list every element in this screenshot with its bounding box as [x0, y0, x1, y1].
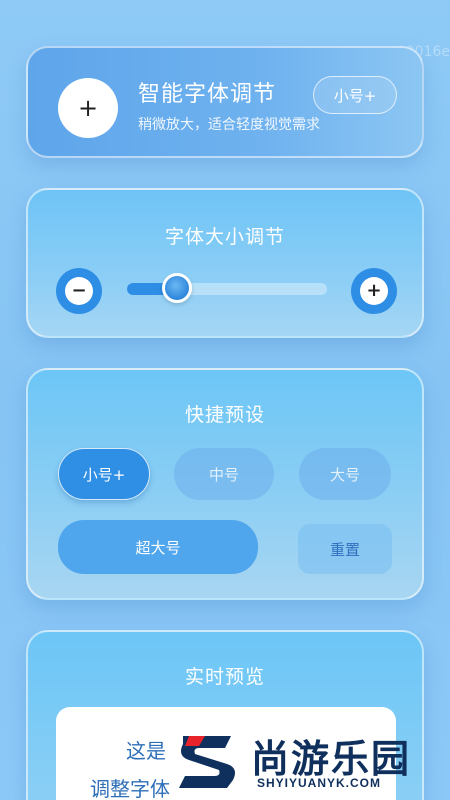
site-logo: 尚游乐园 SHYIYUANYK.COM: [175, 722, 450, 800]
slider-thumb[interactable]: [162, 273, 192, 303]
plus-icon: +: [77, 94, 99, 122]
preview-line-1: 这是: [126, 739, 166, 763]
preview-line-2: 调整字体: [90, 777, 170, 800]
smart-font-title: 智能字体调节: [138, 82, 277, 107]
logo-text: 尚游乐园: [251, 737, 412, 781]
plus-icon: +: [360, 277, 388, 305]
preset-medium-button[interactable]: 中号: [174, 448, 274, 500]
font-size-card: 字体大小调节 − +: [26, 188, 424, 338]
current-size-chip[interactable]: 小号+: [313, 76, 397, 114]
minus-icon: −: [65, 277, 93, 305]
logo-s-icon: [179, 736, 235, 788]
smart-font-subtitle: 稍微放大，适合轻度视觉需求: [138, 117, 320, 133]
increase-button[interactable]: +: [351, 268, 397, 314]
preset-extra-large-button[interactable]: 超大号: [58, 520, 258, 574]
logo-url: SHYIYUANYK.COM: [257, 776, 382, 790]
preset-large-button[interactable]: 大号: [299, 448, 391, 500]
font-size-title: 字体大小调节: [164, 226, 285, 248]
add-button[interactable]: +: [58, 78, 118, 138]
reset-button[interactable]: 重置: [298, 524, 392, 574]
decrease-button[interactable]: −: [56, 268, 102, 314]
smart-font-card: + 智能字体调节 稍微放大，适合轻度视觉需求 小号+: [26, 46, 424, 158]
presets-title: 快捷预设: [184, 404, 265, 426]
preview-title: 实时预览: [184, 666, 265, 688]
preset-small-plus-button[interactable]: 小号+: [58, 448, 150, 500]
quick-presets-card: 快捷预设 小号+ 中号 大号 超大号 重置: [26, 368, 424, 600]
font-size-slider[interactable]: [127, 273, 327, 303]
